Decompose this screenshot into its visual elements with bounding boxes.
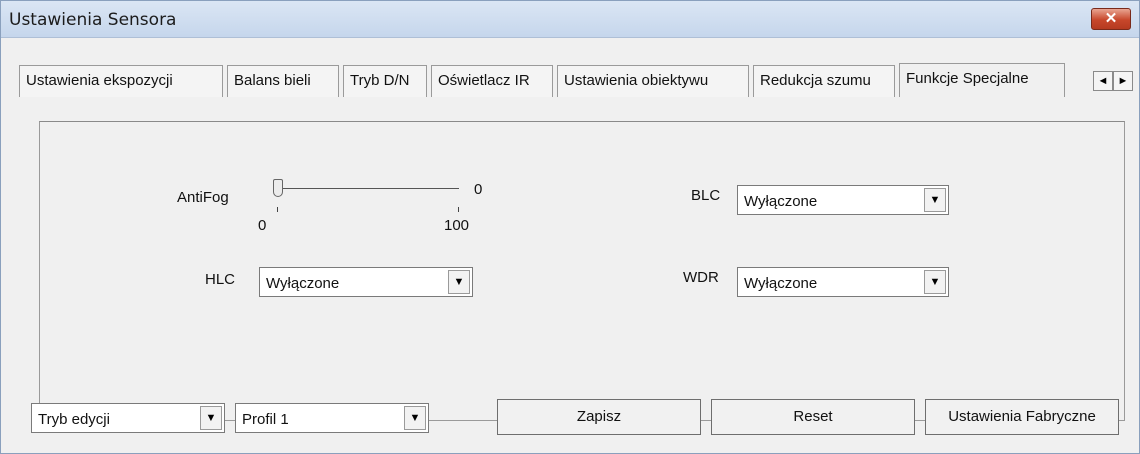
chevron-down-icon[interactable]: ▼ xyxy=(404,406,426,430)
save-button-label: Zapisz xyxy=(576,408,622,425)
slider-tick-min xyxy=(277,207,278,212)
tab-label: Oświetlacz IR xyxy=(438,72,530,89)
tab-label: Ustawienia obiektywu xyxy=(564,72,709,89)
wdr-select[interactable]: Wyłączone ▼ xyxy=(737,267,949,297)
reset-button-label: Reset xyxy=(793,408,833,425)
tab-special-functions[interactable]: Funkcje Specjalne xyxy=(899,63,1065,97)
hlc-select[interactable]: Wyłączone ▼ xyxy=(259,267,473,297)
sensor-settings-window: Ustawienia Sensora ✕ Ustawienia ekspozyc… xyxy=(0,0,1140,454)
tab-day-night[interactable]: Tryb D/N xyxy=(343,65,427,97)
chevron-down-icon[interactable]: ▼ xyxy=(924,270,946,294)
reset-button[interactable]: Reset xyxy=(711,399,915,435)
tab-exposure-settings[interactable]: Ustawienia ekspozycji xyxy=(19,65,223,97)
tab-scroll-left-button[interactable]: ◄ xyxy=(1093,71,1113,91)
chevron-down-icon[interactable]: ▼ xyxy=(448,270,470,294)
chevron-down-icon[interactable]: ▼ xyxy=(200,406,222,430)
tab-label: Ustawienia ekspozycji xyxy=(26,72,173,89)
antifog-slider-thumb[interactable] xyxy=(273,179,283,197)
save-button[interactable]: Zapisz xyxy=(497,399,701,435)
antifog-slider-track xyxy=(279,188,459,189)
factory-settings-button[interactable]: Ustawienia Fabryczne xyxy=(925,399,1119,435)
tab-noise-reduction[interactable]: Redukcja szumu xyxy=(753,65,895,97)
window-title: Ustawienia Sensora xyxy=(9,10,177,30)
title-bar: Ustawienia Sensora ✕ xyxy=(1,1,1139,38)
tab-scroll-right-button[interactable]: ► xyxy=(1113,71,1133,91)
tab-ir-illuminator[interactable]: Oświetlacz IR xyxy=(431,65,553,97)
antifog-max-label: 100 xyxy=(444,217,470,234)
slider-tick-max xyxy=(458,207,459,212)
tab-label: Tryb D/N xyxy=(350,72,410,89)
blc-label: BLC xyxy=(691,187,721,204)
blc-selected-value: Wyłączone xyxy=(744,193,818,210)
hlc-selected-value: Wyłączone xyxy=(266,275,340,292)
tab-lens-settings[interactable]: Ustawienia obiektywu xyxy=(557,65,749,97)
antifog-min-label: 0 xyxy=(258,217,267,234)
factory-settings-button-label: Ustawienia Fabryczne xyxy=(948,408,1096,425)
arrow-right-icon: ► xyxy=(1117,75,1129,87)
wdr-selected-value: Wyłączone xyxy=(744,275,818,292)
wdr-label: WDR xyxy=(683,269,719,286)
close-button[interactable]: ✕ xyxy=(1091,8,1131,30)
tab-label: Funkcje Specjalne xyxy=(906,70,1029,87)
arrow-left-icon: ◄ xyxy=(1097,75,1109,87)
tab-label: Redukcja szumu xyxy=(760,72,871,89)
chevron-down-icon[interactable]: ▼ xyxy=(924,188,946,212)
tab-label: Balans bieli xyxy=(234,72,311,89)
antifog-value: 0 xyxy=(474,181,483,198)
tab-white-balance[interactable]: Balans bieli xyxy=(227,65,339,97)
profile-selected-value: Profil 1 xyxy=(242,411,289,428)
profile-select[interactable]: Profil 1 ▼ xyxy=(235,403,429,433)
edit-mode-select[interactable]: Tryb edycji ▼ xyxy=(31,403,225,433)
close-icon: ✕ xyxy=(1104,10,1118,27)
antifog-label: AntiFog xyxy=(177,189,229,206)
edit-mode-selected-value: Tryb edycji xyxy=(38,411,110,428)
hlc-label: HLC xyxy=(205,271,236,288)
special-functions-panel xyxy=(39,121,1125,421)
blc-select[interactable]: Wyłączone ▼ xyxy=(737,185,949,215)
